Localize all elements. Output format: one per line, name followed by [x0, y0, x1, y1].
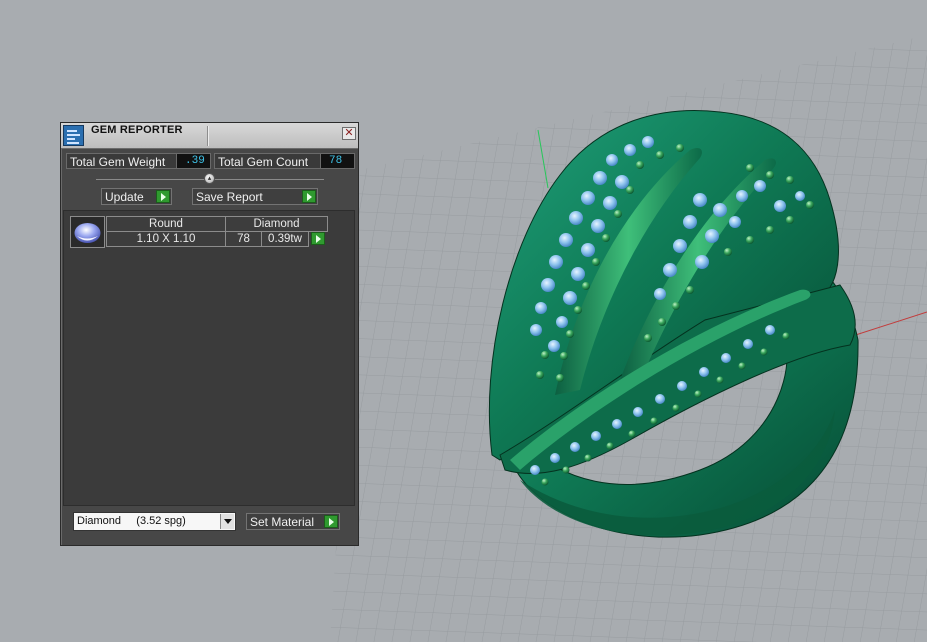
- total-gem-weight-label: Total Gem Weight: [70, 155, 166, 169]
- save-report-button-label: Save Report: [196, 190, 263, 204]
- panel-title: GEM REPORTER: [91, 124, 183, 136]
- splitter-handle[interactable]: ▴: [204, 173, 215, 184]
- gem-list-row[interactable]: Round Diamond 1.10 X 1.10 78 0.39tw: [70, 216, 330, 250]
- gem-list[interactable]: Round Diamond 1.10 X 1.10 78 0.39tw: [63, 210, 355, 506]
- total-gem-count-label: Total Gem Count: [218, 155, 309, 169]
- total-gem-weight-value: .39: [176, 154, 210, 168]
- gem-count-cell: 78: [225, 231, 262, 247]
- gem-size-cell: 1.10 X 1.10: [106, 231, 226, 247]
- save-report-button[interactable]: Save Report: [192, 188, 318, 205]
- set-material-button-label: Set Material: [250, 515, 315, 529]
- update-button-label: Update: [105, 190, 144, 204]
- play-arrow-icon: [156, 190, 170, 203]
- total-gem-count-field: Total Gem Count 78: [214, 153, 355, 169]
- set-material-button[interactable]: Set Material: [246, 513, 340, 530]
- panel-titlebar[interactable]: GEM REPORTER ✕: [61, 123, 358, 149]
- close-button[interactable]: ✕: [342, 127, 356, 140]
- update-button[interactable]: Update: [101, 188, 172, 205]
- gem-shape-cell: Round: [106, 216, 226, 232]
- round-gem-icon: [70, 216, 105, 248]
- total-gem-count-value: 78: [320, 154, 354, 168]
- play-arrow-icon: [302, 190, 316, 203]
- gem-reporter-panel: GEM REPORTER ✕ Total Gem Weight .39 Tota…: [60, 122, 359, 546]
- gem-material-cell: Diamond: [225, 216, 328, 232]
- title-divider: [207, 126, 209, 146]
- gem-reporter-icon: [63, 125, 84, 146]
- play-arrow-icon[interactable]: [311, 232, 325, 245]
- play-arrow-icon: [324, 515, 338, 528]
- chevron-down-icon[interactable]: [220, 514, 234, 529]
- close-icon: ✕: [344, 127, 354, 139]
- total-gem-weight-field: Total Gem Weight .39: [66, 153, 211, 169]
- material-dropdown[interactable]: Diamond (3.52 spg): [73, 512, 236, 531]
- material-dropdown-value: Diamond (3.52 spg): [77, 515, 186, 527]
- gem-weight-cell: 0.39tw: [261, 231, 309, 247]
